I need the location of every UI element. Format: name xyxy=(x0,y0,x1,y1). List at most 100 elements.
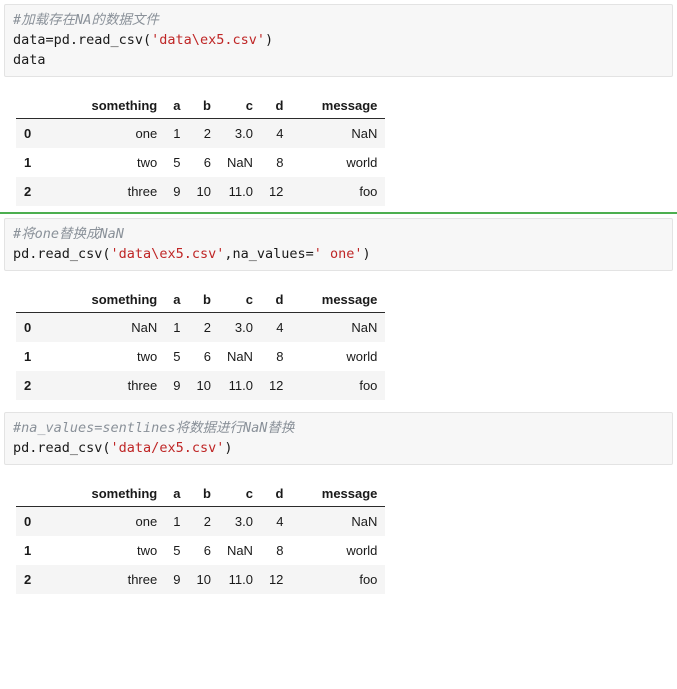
cell-a: 1 xyxy=(173,126,181,141)
code-cell-container-1[interactable]: #加载存在NA的数据文件 data=pd.read_csv('data\ex5.… xyxy=(0,4,677,77)
row-index: 0 xyxy=(24,126,32,141)
code-cell-container-2[interactable]: #将one替换成NaN pd.read_csv('data\ex5.csv',n… xyxy=(0,212,677,271)
cell-message: foo xyxy=(359,378,378,393)
cell-b: 10 xyxy=(196,184,211,199)
cell-c: 3.0 xyxy=(234,320,253,335)
cell-a: 9 xyxy=(173,184,181,199)
output-area-3: something a b c d message 0 one 1 2 3.0 … xyxy=(0,465,677,594)
cell-message: foo xyxy=(359,184,378,199)
cell-message: NaN xyxy=(351,514,378,529)
column-header-c: c xyxy=(218,285,261,313)
code-text-plain: ) xyxy=(362,246,371,262)
cell-d: 8 xyxy=(276,543,284,558)
code-line-1-2: data xyxy=(13,52,46,68)
cell-d: 8 xyxy=(276,155,284,170)
code-editor-1[interactable]: #加载存在NA的数据文件 data=pd.read_csv('data\ex5.… xyxy=(4,4,673,77)
cell-d: 4 xyxy=(276,320,284,335)
row-index: 1 xyxy=(24,543,32,558)
table-row: 1 two 5 6 NaN 8 world xyxy=(16,536,386,565)
code-line-1-1: data=pd.read_csv('data\ex5.csv') xyxy=(13,30,664,50)
table-header-row: something a b c d message xyxy=(16,285,386,313)
cell-message: world xyxy=(346,543,378,558)
code-text-plain: ) xyxy=(264,32,274,48)
cell-a: 1 xyxy=(173,320,181,335)
code-string-literal: 'data\ex5.csv' xyxy=(151,32,265,48)
table-head: something a b c d message xyxy=(16,479,386,507)
row-index: 1 xyxy=(24,155,32,170)
table-row: 0 one 1 2 3.0 4 NaN xyxy=(16,118,386,148)
code-comment-1: #加载存在NA的数据文件 xyxy=(13,12,159,28)
code-text-plain: ,na_values= xyxy=(224,246,314,262)
table-header-row: something a b c d message xyxy=(16,479,386,507)
column-header-a: a xyxy=(165,285,189,313)
cell-a: 9 xyxy=(173,572,181,587)
cell-d: 12 xyxy=(268,572,284,587)
cell-d: 4 xyxy=(276,126,284,141)
cell-a: 5 xyxy=(173,543,181,558)
column-header-index xyxy=(16,479,54,507)
table-row: 1 two 5 6 NaN 8 world xyxy=(16,148,386,177)
code-line-3-1: pd.read_csv('data/ex5.csv') xyxy=(13,438,664,458)
table-header-row: something a b c d message xyxy=(16,91,386,119)
table-row: 2 three 9 10 11.0 12 foo xyxy=(16,371,386,400)
cell-d: 4 xyxy=(276,514,284,529)
cell-something: two xyxy=(137,543,158,558)
cell-a: 5 xyxy=(173,155,181,170)
column-header-index xyxy=(16,285,54,313)
row-index: 2 xyxy=(24,572,32,587)
column-header-d: d xyxy=(260,91,292,119)
cell-b: 10 xyxy=(196,572,211,587)
cell-something: three xyxy=(127,184,158,199)
code-text-plain: pd.read_csv( xyxy=(13,246,111,262)
cell-c: 3.0 xyxy=(234,126,253,141)
table-body: 0 one 1 2 3.0 4 NaN 1 two 5 6 NaN 8 worl… xyxy=(16,118,386,206)
code-string-literal: ' one' xyxy=(313,246,363,262)
code-text-plain: ) xyxy=(224,440,233,456)
code-line-2-1: pd.read_csv('data\ex5.csv',na_values=' o… xyxy=(13,244,664,264)
cell-something: two xyxy=(137,155,158,170)
cell-c: 11.0 xyxy=(228,572,253,587)
cell-d: 8 xyxy=(276,349,284,364)
cell-b: 2 xyxy=(203,126,211,141)
row-index: 2 xyxy=(24,184,32,199)
cell-message: world xyxy=(346,349,378,364)
row-index: 0 xyxy=(24,514,32,529)
column-header-d: d xyxy=(260,285,292,313)
dataframe-table-1: something a b c d message 0 one 1 2 3.0 … xyxy=(16,91,386,206)
cell-c: 3.0 xyxy=(234,514,253,529)
code-comment-3: #na_values=sentlines将数据进行NaN替换 xyxy=(13,420,295,436)
column-header-something: something xyxy=(53,285,166,313)
column-header-b: b xyxy=(188,91,219,119)
code-editor-2[interactable]: #将one替换成NaN pd.read_csv('data\ex5.csv',n… xyxy=(4,218,673,271)
row-index: 1 xyxy=(24,349,32,364)
output-area-2: something a b c d message 0 NaN 1 2 3.0 … xyxy=(0,271,677,400)
code-editor-3[interactable]: #na_values=sentlines将数据进行NaN替换 pd.read_c… xyxy=(4,412,673,465)
cell-c: 11.0 xyxy=(228,184,253,199)
table-row: 2 three 9 10 11.0 12 foo xyxy=(16,177,386,206)
row-index: 2 xyxy=(24,378,32,393)
cell-something: two xyxy=(137,349,158,364)
notebook: #加载存在NA的数据文件 data=pd.read_csv('data\ex5.… xyxy=(0,0,677,594)
column-header-c: c xyxy=(218,91,261,119)
cell-b: 6 xyxy=(203,543,211,558)
cell-something: one xyxy=(135,126,158,141)
code-text-plain: pd.read_csv( xyxy=(13,440,111,456)
column-header-message: message xyxy=(291,285,386,313)
cell-c: NaN xyxy=(226,349,253,364)
cell-something: one xyxy=(135,514,158,529)
code-cell-container-3[interactable]: #na_values=sentlines将数据进行NaN替换 pd.read_c… xyxy=(0,412,677,465)
column-header-b: b xyxy=(188,479,219,507)
column-header-a: a xyxy=(165,479,189,507)
table-row: 1 two 5 6 NaN 8 world xyxy=(16,342,386,371)
column-header-index xyxy=(16,91,54,119)
cell-b: 2 xyxy=(203,514,211,529)
cell-c: NaN xyxy=(226,155,253,170)
output-area-1: something a b c d message 0 one 1 2 3.0 … xyxy=(0,77,677,206)
table-row: 0 NaN 1 2 3.0 4 NaN xyxy=(16,312,386,342)
table-row: 0 one 1 2 3.0 4 NaN xyxy=(16,506,386,536)
code-string-literal: 'data\ex5.csv' xyxy=(110,246,225,262)
cell-b: 6 xyxy=(203,349,211,364)
cell-something: three xyxy=(127,378,158,393)
cell-message: NaN xyxy=(351,126,378,141)
cell-b: 10 xyxy=(196,378,211,393)
